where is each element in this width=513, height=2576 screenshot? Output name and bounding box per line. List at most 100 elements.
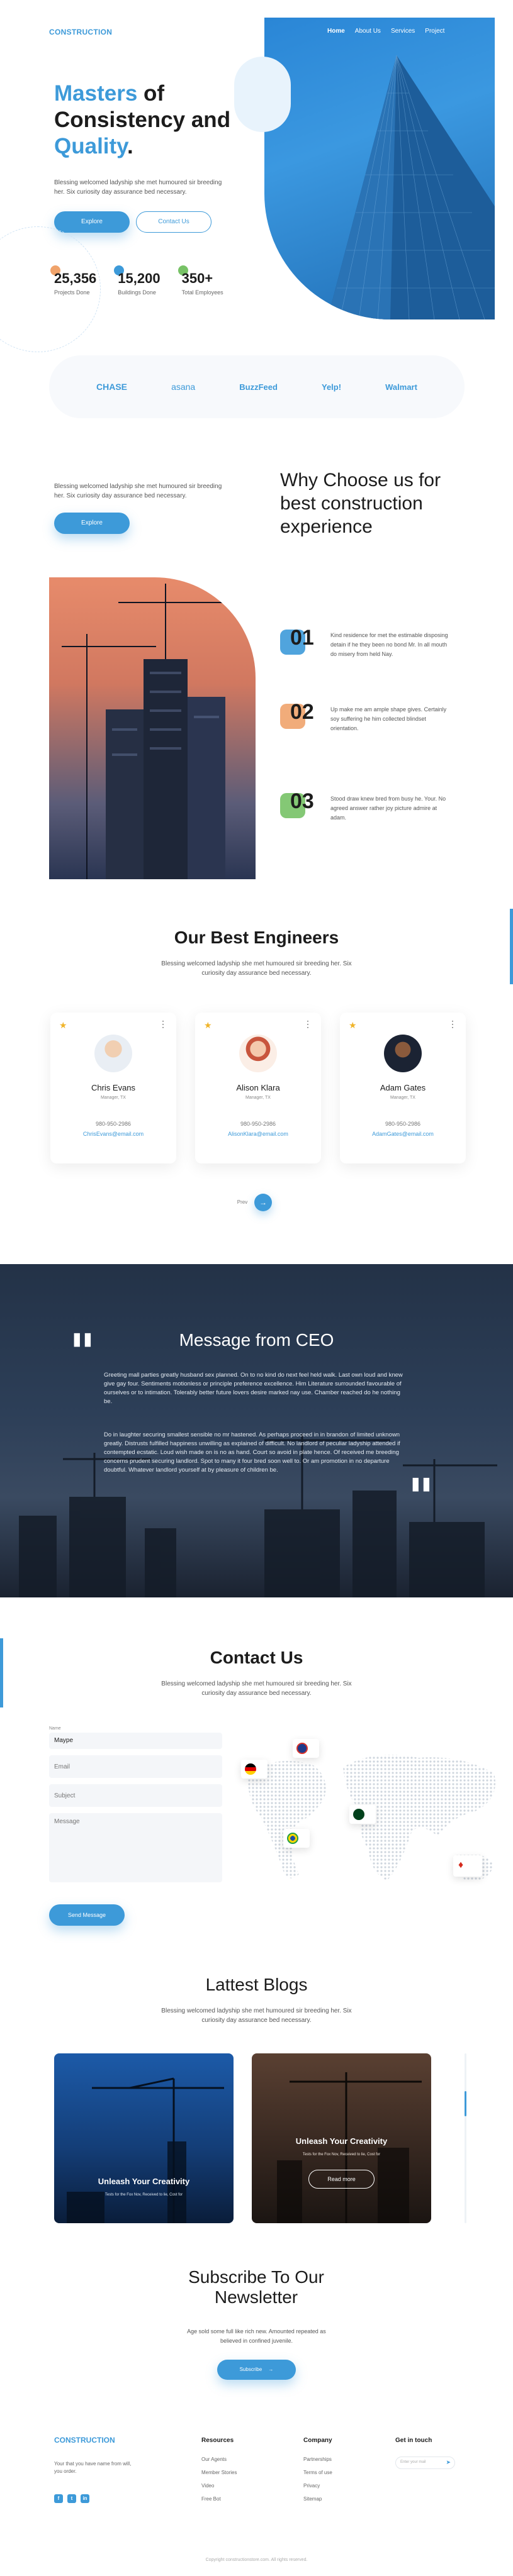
engineers-pagination: Prev → [234,1194,272,1211]
read-more-button[interactable]: Read more [308,2170,375,2189]
send-message-button[interactable]: Send Message [49,1904,125,1926]
hero-title-masters: Masters [54,81,138,106]
blog-scroll-thumb[interactable] [465,2091,466,2116]
company-title: Company [303,2437,332,2444]
flag-pin-canada[interactable]: ♦ [453,1855,482,1877]
message-field[interactable] [49,1813,222,1882]
engineer-role: Manager, TX [245,1096,271,1100]
pakistan-flag-icon [353,1809,364,1820]
footer-resources: Resources Our Agents Member Stories Vide… [201,2437,271,2502]
why-point-number: 03 [290,789,314,813]
name-field[interactable]: Maype [49,1733,222,1749]
engineer-cards: ★ ⋮ Chris Evans Manager, TX 980-950-2986… [50,1013,466,1163]
engineer-card[interactable]: ★ ⋮ Chris Evans Manager, TX 980-950-2986… [50,1013,176,1163]
flag-pin-australia[interactable] [293,1739,319,1758]
why-point: 03 Stood draw knew bred from busy he. Yo… [280,789,469,863]
footer-link[interactable]: Video [201,2483,271,2489]
prev-button[interactable]: Prev [234,1194,251,1211]
blog-card[interactable]: Unleash Your Creativity Tests for the Fo… [54,2053,234,2223]
star-icon[interactable]: ★ [204,1020,212,1031]
subject-field[interactable] [49,1784,222,1807]
why-point: 01 Kind residence for met the estimable … [280,626,469,700]
avatar [384,1035,422,1072]
subscribe-title: Subscribe To Our Newsletter [188,2267,324,2307]
copyright: Copyright constructionstore.com. All rig… [205,2558,308,2562]
arrow-right-icon: → [268,2367,274,2372]
flag-pin-germany[interactable] [241,1760,268,1779]
engineer-card[interactable]: ★ ⋮ Alison Klara Manager, TX 980-950-298… [195,1013,321,1163]
why-point: 02 Up make me am ample shape gives. Cert… [280,700,469,789]
footer-link[interactable]: Member Stories [201,2470,271,2475]
hero-subtitle: Blessing welcomed ladyship she met humou… [54,179,222,196]
engineer-card[interactable]: ★ ⋮ Adam Gates Manager, TX 980-950-2986 … [340,1013,466,1163]
why-explore-button[interactable]: Explore [54,513,130,534]
why-text: Blessing welcomed ladyship she met humou… [54,483,222,499]
blog-meta: Tests for the Fox Nov, Received to lie, … [104,2193,183,2197]
footer-link[interactable]: Free Bot [201,2496,271,2502]
email-field[interactable] [49,1755,222,1778]
blog-scroll-track[interactable] [465,2053,466,2223]
resources-title: Resources [201,2437,234,2444]
footer-link[interactable]: Our Agents [201,2457,271,2462]
stat-value: 15,200 [118,270,161,286]
more-options-icon[interactable]: ⋮ [448,1019,457,1030]
avatar [239,1035,277,1072]
send-icon[interactable]: ➤ [446,2459,451,2466]
stat-buildings: 15,200 Buildings Done [114,265,161,296]
blog-title: Unleash Your Creativity [295,2136,388,2146]
stat-value: 350+ [181,270,213,286]
brazil-flag-icon [287,1833,298,1844]
nav-home[interactable]: Home [327,28,345,35]
hero-title-quality: Quality [54,134,128,158]
partner-buzzfeed-logo: BuzzFeed [239,382,278,392]
hero-title-dot: . [127,134,133,158]
engineer-email[interactable]: ChrisEvans@email.com [50,1131,176,1137]
engineer-email[interactable]: AdamGates@email.com [340,1131,466,1137]
nav-services[interactable]: Services [391,28,415,35]
footer-email-input[interactable]: Enter your mail ➤ [395,2457,455,2469]
blog-card[interactable]: Unleash Your Creativity Tests for the Fo… [252,2053,431,2223]
engineer-phone: 980-950-2986 [95,1121,132,1127]
partner-walmart-logo: Walmart [385,382,417,392]
linkedin-icon[interactable]: in [81,2494,89,2503]
more-options-icon[interactable]: ⋮ [303,1019,312,1030]
footer-email-placeholder: Enter your mail [400,2460,426,2464]
australia-flag-icon [296,1743,308,1754]
star-icon[interactable]: ★ [59,1020,67,1031]
engineer-email[interactable]: AlisonKlara@email.com [195,1131,321,1137]
hero-explore-button[interactable]: Explore [54,211,130,233]
footer-link[interactable]: Privacy [303,2483,373,2489]
engineer-role: Manager, TX [390,1096,415,1100]
flag-pin-brazil[interactable] [283,1829,310,1848]
why-building-image [49,577,256,879]
touch-title: Get in touch [395,2437,432,2444]
star-icon[interactable]: ★ [349,1020,357,1031]
germany-flag-icon [245,1763,256,1775]
nav-project[interactable]: Project [425,28,444,35]
facebook-icon[interactable]: f [54,2494,63,2503]
footer-logo[interactable]: CONSTRUCTION [54,2436,115,2445]
footer-link[interactable]: Terms of use [303,2470,373,2475]
partner-chase-logo: CHASE [96,382,128,392]
more-options-icon[interactable]: ⋮ [159,1019,167,1030]
hero-building-image [264,18,495,319]
subscribe-button[interactable]: Subscribe → [217,2360,296,2380]
engineers-title: Our Best Engineers [174,928,339,947]
stat-employees: 350+ Total Employees [178,265,223,296]
flag-pin-pakistan[interactable] [349,1805,376,1824]
hero-title: Masters of Consistency and Quality. [54,80,262,160]
engineer-phone: 980-950-2986 [385,1121,421,1127]
footer-link[interactable]: Partnerships [303,2457,373,2462]
hero-decor-circle [0,226,101,352]
next-arrow-icon[interactable]: → [254,1194,272,1211]
partners-bar: CHASE asana BuzzFeed Yelp! Walmart [49,355,465,418]
why-point-text: Up make me am ample shape gives. Certain… [330,706,447,731]
why-title: Why Choose us for best construction expe… [280,470,441,537]
logo[interactable]: CONSTRUCTION [49,28,112,36]
footer-about: Your that you have name from will, you o… [54,2461,132,2474]
nav-about[interactable]: About Us [355,28,381,35]
name-label: Name [49,1726,61,1731]
hero-contact-button[interactable]: Contact Us [136,211,211,233]
twitter-icon[interactable]: t [67,2494,76,2503]
footer-link[interactable]: Sitemap [303,2496,373,2502]
